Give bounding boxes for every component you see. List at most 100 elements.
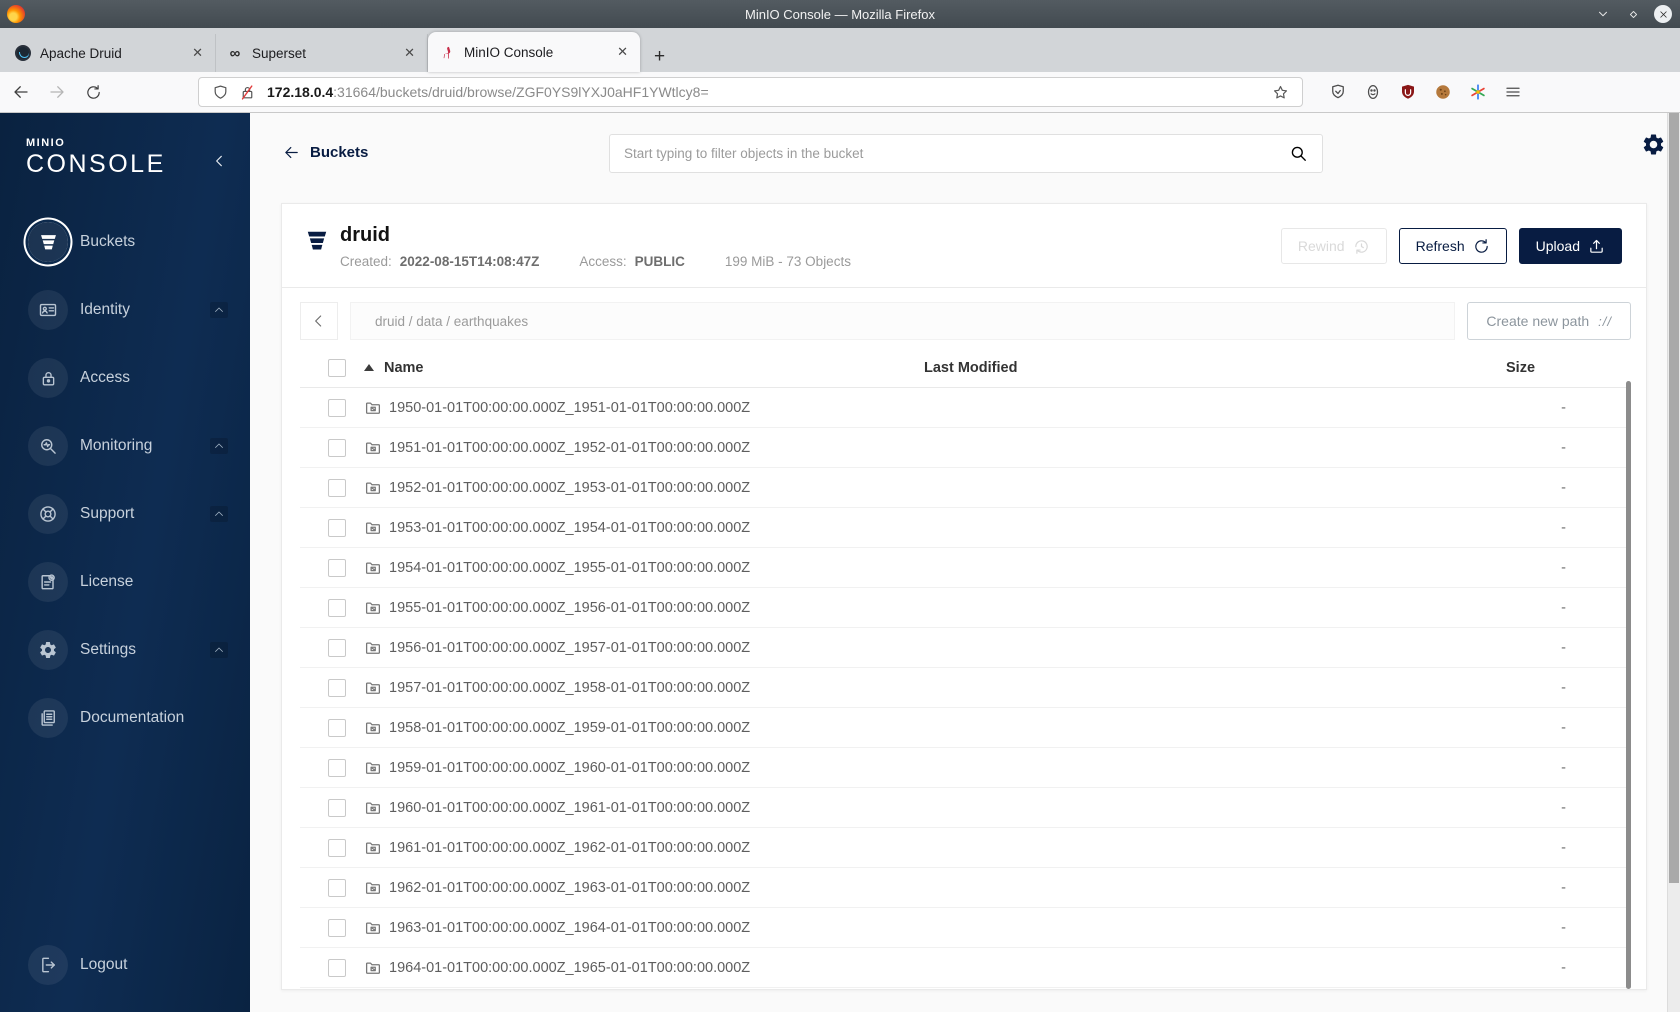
sidebar-item-support[interactable]: Support	[0, 491, 250, 537]
sidebar-collapse-icon[interactable]	[212, 153, 228, 169]
table-row[interactable]: 1958-01-01T00:00:00.000Z_1959-01-01T00:0…	[300, 708, 1631, 748]
sidebar-item-buckets[interactable]: Buckets	[0, 219, 250, 265]
breadcrumb[interactable]: druid / data / earthquakes	[350, 302, 1456, 340]
browser-tab-apache-druid[interactable]: Apache Druid ✕	[4, 34, 216, 72]
table-row[interactable]: 1959-01-01T00:00:00.000Z_1960-01-01T00:0…	[300, 748, 1631, 788]
create-new-path-button[interactable]: Create new path ://	[1467, 302, 1631, 340]
search-icon	[1289, 144, 1308, 163]
page-scrollbar-thumb[interactable]	[1669, 113, 1679, 883]
bookmark-star-icon[interactable]	[1272, 84, 1289, 101]
sidebar-item-monitoring[interactable]: Monitoring	[0, 423, 250, 469]
superset-favicon: ∞	[229, 44, 241, 62]
row-checkbox[interactable]	[328, 798, 346, 817]
upload-button[interactable]: Upload	[1518, 228, 1622, 264]
refresh-button[interactable]: Refresh	[1398, 228, 1507, 264]
table-row[interactable]: 1951-01-01T00:00:00.000Z_1952-01-01T00:0…	[300, 428, 1631, 468]
row-checkbox[interactable]	[328, 438, 346, 457]
sidebar-item-settings[interactable]: Settings	[0, 627, 250, 673]
tab-close-icon[interactable]: ✕	[400, 43, 419, 63]
row-checkbox[interactable]	[328, 518, 346, 537]
tab-label: MinIO Console	[464, 44, 554, 60]
table-row[interactable]: 1955-01-01T00:00:00.000Z_1956-01-01T00:0…	[300, 588, 1631, 628]
select-all-checkbox[interactable]	[328, 358, 346, 377]
object-name: 1964-01-01T00:00:00.000Z_1965-01-01T00:0…	[389, 959, 751, 976]
row-checkbox[interactable]	[328, 718, 346, 737]
window-title: MinIO Console — Mozilla Firefox	[745, 6, 935, 22]
path-back-button[interactable]	[300, 302, 338, 340]
sidebar-item-documentation[interactable]: Documentation	[0, 695, 250, 741]
window-menu-button[interactable]	[1594, 5, 1612, 23]
object-size: -	[1561, 719, 1566, 736]
search-input[interactable]	[624, 146, 1289, 161]
settings-gear-icon[interactable]	[1641, 132, 1666, 157]
chevron-up-icon[interactable]	[210, 642, 228, 658]
chevron-up-icon[interactable]	[210, 302, 228, 318]
containers-icon[interactable]	[1364, 83, 1382, 101]
url-text[interactable]: 172.18.0.4:31664/buckets/druid/browse/ZG…	[267, 84, 1267, 100]
table-scrollbar-thumb[interactable]	[1626, 381, 1631, 989]
page-scrollbar[interactable]	[1667, 113, 1680, 1012]
tab-close-icon[interactable]: ✕	[613, 42, 632, 62]
row-checkbox[interactable]	[328, 558, 346, 577]
row-checkbox[interactable]	[328, 638, 346, 657]
row-checkbox[interactable]	[328, 598, 346, 617]
browser-tab-minio-console[interactable]: MinIO Console ✕	[428, 32, 640, 72]
table-row[interactable]: 1954-01-01T00:00:00.000Z_1955-01-01T00:0…	[300, 548, 1631, 588]
column-header-last-modified[interactable]: Last Modified	[924, 360, 1506, 376]
browser-tab-superset[interactable]: ∞ Superset ✕	[216, 34, 428, 72]
shield-icon[interactable]	[212, 84, 229, 101]
browser-titlebar: MinIO Console — Mozilla Firefox	[0, 0, 1680, 28]
table-row[interactable]: 1961-01-01T00:00:00.000Z_1962-01-01T00:0…	[300, 828, 1631, 868]
tab-close-icon[interactable]: ✕	[188, 43, 207, 63]
column-header-name[interactable]: Name	[364, 360, 924, 376]
back-to-buckets-link[interactable]: Buckets	[283, 144, 368, 161]
table-row[interactable]: 1950-01-01T00:00:00.000Z_1951-01-01T00:0…	[300, 388, 1631, 428]
chevron-up-icon[interactable]	[210, 506, 228, 522]
column-header-size[interactable]: Size	[1506, 360, 1621, 376]
table-row[interactable]: 1960-01-01T00:00:00.000Z_1961-01-01T00:0…	[300, 788, 1631, 828]
table-row[interactable]: 1953-01-01T00:00:00.000Z_1954-01-01T00:0…	[300, 508, 1631, 548]
row-checkbox[interactable]	[328, 398, 346, 417]
table-row[interactable]: 1957-01-01T00:00:00.000Z_1958-01-01T00:0…	[300, 668, 1631, 708]
created-value: 2022-08-15T14:08:47Z	[399, 254, 540, 269]
sidebar-item-label: Identity	[80, 301, 130, 318]
row-checkbox[interactable]	[328, 878, 346, 897]
table-row[interactable]: 1956-01-01T00:00:00.000Z_1957-01-01T00:0…	[300, 628, 1631, 668]
rewind-button[interactable]: Rewind	[1280, 228, 1387, 264]
new-tab-button[interactable]: +	[640, 46, 679, 72]
table-row[interactable]: 1963-01-01T00:00:00.000Z_1964-01-01T00:0…	[300, 908, 1631, 948]
row-checkbox[interactable]	[328, 918, 346, 937]
sidebar-item-identity[interactable]: Identity	[0, 287, 250, 333]
table-header-row: Name Last Modified Size	[300, 348, 1631, 388]
minio-favicon	[438, 44, 455, 61]
table-row[interactable]: 1952-01-01T00:00:00.000Z_1953-01-01T00:0…	[300, 468, 1631, 508]
forward-button[interactable]	[42, 78, 72, 106]
row-checkbox[interactable]	[328, 758, 346, 777]
window-close-button[interactable]	[1654, 5, 1672, 23]
reload-button[interactable]	[78, 78, 108, 106]
ublock-icon[interactable]	[1399, 83, 1417, 101]
row-checkbox[interactable]	[328, 838, 346, 857]
pocket-icon[interactable]	[1329, 83, 1347, 101]
window-maximize-button[interactable]	[1624, 5, 1642, 23]
row-checkbox[interactable]	[328, 958, 346, 977]
bucket-header: druid Created: 2022-08-15T14:08:47Z Acce…	[282, 204, 1646, 288]
back-button[interactable]	[6, 78, 36, 106]
extension-color-icon[interactable]	[1469, 83, 1487, 101]
sidebar-item-logout[interactable]: Logout	[0, 942, 250, 988]
filter-objects-search[interactable]	[609, 134, 1323, 173]
lock-slash-icon[interactable]	[239, 84, 256, 101]
menu-icon[interactable]	[1504, 83, 1522, 101]
row-checkbox[interactable]	[328, 678, 346, 697]
chevron-up-icon[interactable]	[210, 438, 228, 454]
cookie-icon[interactable]	[1434, 83, 1452, 101]
sidebar-item-access[interactable]: Access	[0, 355, 250, 401]
row-checkbox[interactable]	[328, 478, 346, 497]
sidebar-item-license[interactable]: License	[0, 559, 250, 605]
folder-icon	[364, 599, 382, 617]
browser-tab-bar: Apache Druid ✕ ∞ Superset ✕ MinIO Console ✕ +	[0, 28, 1680, 72]
url-bar[interactable]: 172.18.0.4:31664/buckets/druid/browse/ZG…	[198, 77, 1303, 107]
table-row[interactable]: 1962-01-01T00:00:00.000Z_1963-01-01T00:0…	[300, 868, 1631, 908]
page-header: Buckets	[250, 113, 1680, 191]
table-row[interactable]: 1964-01-01T00:00:00.000Z_1965-01-01T00:0…	[300, 948, 1631, 988]
